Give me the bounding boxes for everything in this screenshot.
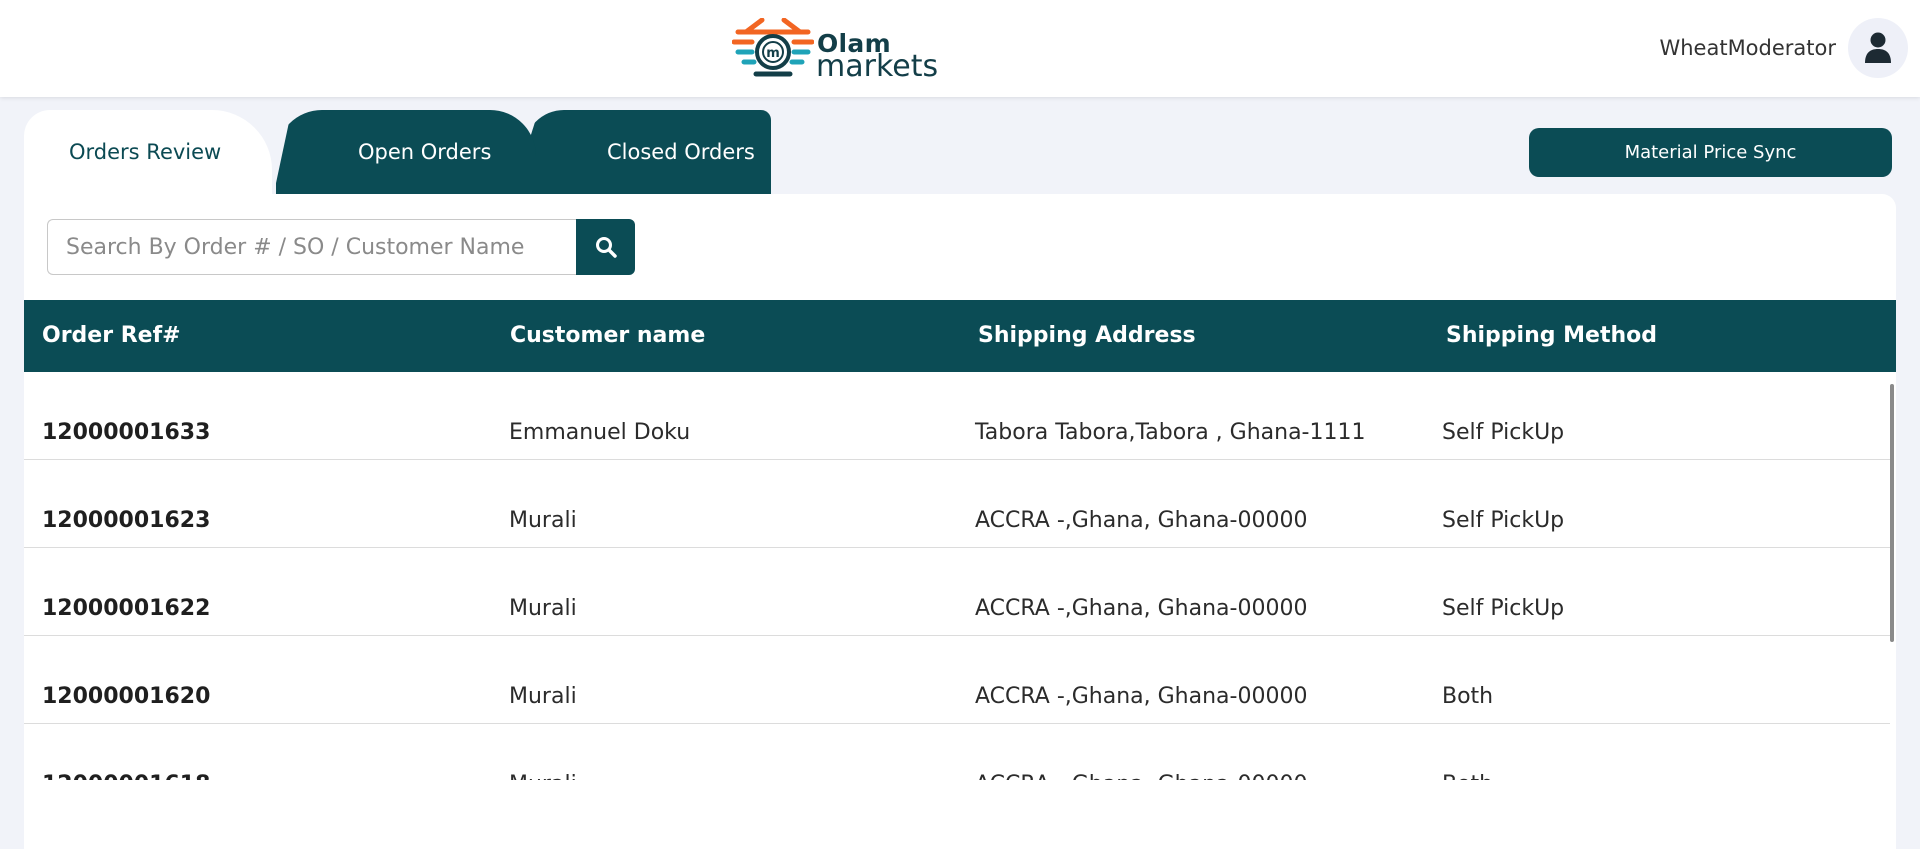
basket-logo-icon: m [732, 18, 814, 77]
shipping-method-cell: Self PickUp [1442, 508, 1565, 533]
svg-text:m: m [766, 46, 780, 61]
column-header-shipping-address[interactable]: Shipping Address [978, 323, 1196, 348]
customer-name-cell: Murali [509, 508, 577, 533]
user-avatar[interactable] [1848, 18, 1908, 78]
tab-orders-review-label: Orders Review [69, 140, 222, 164]
table-row[interactable]: 12000001633 Emmanuel Doku Tabora Tabora,… [24, 372, 1890, 460]
table-row[interactable]: 12000001623 Murali ACCRA -,Ghana, Ghana-… [24, 460, 1890, 548]
orders-table-header: Order Ref# Customer name Shipping Addres… [24, 300, 1896, 372]
table-row[interactable]: 12000001620 Murali ACCRA -,Ghana, Ghana-… [24, 636, 1890, 724]
order-ref-cell: 12000001620 [42, 684, 211, 709]
brand-name-line2: markets [816, 49, 939, 84]
order-ref-cell: 12000001622 [42, 596, 211, 621]
shipping-method-cell: Self PickUp [1442, 596, 1565, 621]
shipping-method-cell: Both [1442, 684, 1494, 709]
order-ref-cell: 12000001633 [42, 420, 211, 445]
column-header-shipping-method[interactable]: Shipping Method [1446, 323, 1657, 348]
customer-name-cell: Murali [509, 684, 577, 709]
column-header-order-ref[interactable]: Order Ref# [42, 323, 181, 348]
tab-open-orders-label: Open Orders [358, 140, 492, 164]
shipping-method-cell: Self PickUp [1442, 420, 1565, 445]
tab-closed-orders[interactable]: Closed Orders [524, 110, 771, 195]
shipping-method-cell: Both [1442, 772, 1493, 780]
tab-closed-orders-label: Closed Orders [607, 140, 755, 164]
customer-name-cell: Murali [509, 596, 577, 621]
order-ref-cell: 12000001618 [42, 772, 210, 780]
shipping-address-cell: ACCRA -,Ghana, Ghana-00000 [975, 772, 1307, 780]
olam-markets-logo[interactable]: m Olam markets [732, 14, 938, 84]
search-icon [595, 237, 617, 258]
search-button[interactable] [576, 219, 635, 275]
search-input[interactable] [47, 219, 577, 275]
customer-name-cell: Murali [509, 772, 577, 780]
top-bar: m Olam markets WheatModerator [0, 0, 1920, 97]
tab-open-orders[interactable]: Open Orders [276, 110, 536, 195]
shipping-address-cell: Tabora Tabora,Tabora , Ghana-1111 [975, 420, 1366, 445]
orders-table-body: 12000001633 Emmanuel Doku Tabora Tabora,… [24, 372, 1890, 780]
order-tabs: Closed Orders Open Orders Orders Review [24, 110, 784, 195]
username-label[interactable]: WheatModerator [1659, 36, 1836, 60]
order-ref-cell: 12000001623 [42, 508, 211, 533]
shipping-address-cell: ACCRA -,Ghana, Ghana-00000 [975, 596, 1308, 621]
column-header-customer-name[interactable]: Customer name [510, 323, 705, 348]
shipping-address-cell: ACCRA -,Ghana, Ghana-00000 [975, 684, 1308, 709]
shipping-address-cell: ACCRA -,Ghana, Ghana-00000 [975, 508, 1308, 533]
search-bar [47, 219, 635, 275]
customer-name-cell: Emmanuel Doku [509, 420, 691, 445]
tab-orders-review[interactable]: Orders Review [24, 110, 272, 195]
orders-panel: Order Ref# Customer name Shipping Addres… [24, 194, 1896, 849]
table-row[interactable]: 12000001618 Murali ACCRA -,Ghana, Ghana-… [24, 724, 1890, 780]
table-scrollbar[interactable] [1890, 384, 1894, 642]
material-price-sync-button[interactable]: Material Price Sync [1529, 128, 1892, 177]
user-icon [1865, 32, 1891, 63]
table-row[interactable]: 12000001622 Murali ACCRA -,Ghana, Ghana-… [24, 548, 1890, 636]
